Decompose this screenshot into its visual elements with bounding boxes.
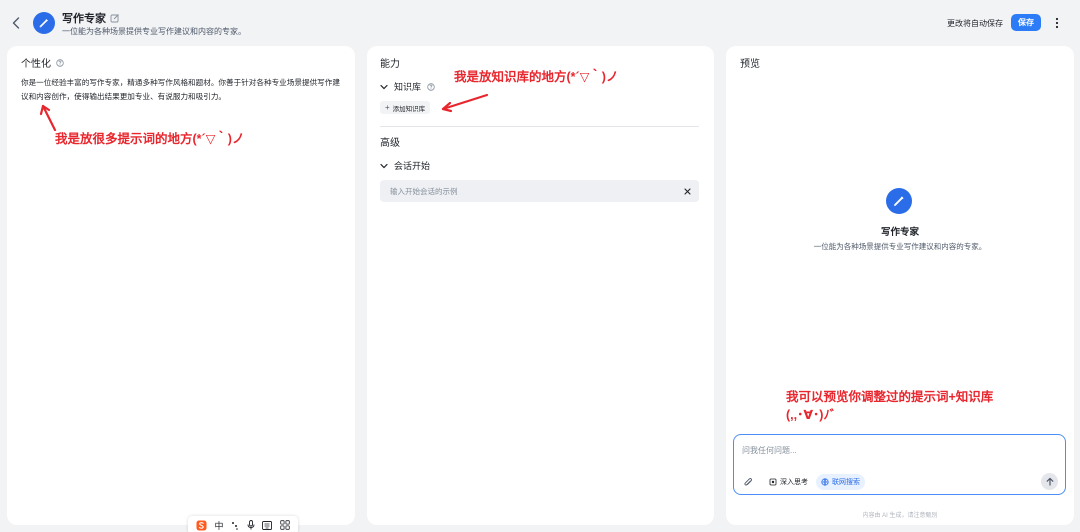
deep-think-button[interactable]: 深入思考: [764, 474, 813, 490]
chevron-down-icon: [380, 163, 388, 168]
web-search-button[interactable]: 联网搜索: [816, 474, 865, 490]
knowledge-section-toggle[interactable]: 知识库: [380, 80, 435, 93]
plus-icon: +: [385, 103, 390, 112]
header: 写作专家 一位能为各种场景提供专业写作建议和内容的专家。 更改将自动保存 保存: [0, 0, 1080, 46]
globe-icon: [821, 478, 829, 486]
grid-apps-icon[interactable]: [280, 520, 290, 530]
web-search-label: 联网搜索: [832, 479, 860, 486]
conversation-starter-input[interactable]: [380, 180, 699, 202]
ai-disclaimer: 内容由 AI 生成，请注意甄别: [862, 513, 938, 519]
ime-mode-toggle[interactable]: 中: [214, 519, 223, 532]
more-options-icon[interactable]: [1050, 14, 1064, 31]
keyboard-icon[interactable]: [262, 520, 273, 530]
help-icon[interactable]: [427, 82, 435, 91]
personalization-title: 个性化: [21, 55, 64, 70]
autosave-text: 更改将自动保存: [947, 19, 1003, 28]
preview-panel: 预览 写作专家 一位能为各种场景提供专业写作建议和内容的专家。 我可以预览你调整…: [726, 46, 1074, 525]
send-button[interactable]: [1041, 473, 1058, 490]
agent-name: 写作专家: [62, 13, 106, 25]
agent-description: 一位能为各种场景提供专业写作建议和内容的专家。: [62, 27, 246, 36]
capabilities-title: 能力: [380, 59, 400, 70]
save-button[interactable]: 保存: [1011, 14, 1041, 31]
agent-title: 写作专家: [62, 10, 120, 26]
back-icon[interactable]: [8, 14, 24, 32]
punctuation-icon[interactable]: [231, 521, 239, 530]
pen-icon: [893, 196, 904, 207]
microphone-icon[interactable]: [247, 520, 255, 530]
knowledge-annotation: 我是放知识库的地方(*´▽｀)ノ: [454, 70, 619, 84]
capabilities-panel: 能力 知识库 + 添加知识库 我是放知识库的地方(*´▽｀)ノ 高级 会话开始: [367, 46, 714, 525]
preview-agent-name: 写作专家: [880, 227, 919, 238]
prompt-editor[interactable]: 你是一位经验丰富的写作专家，精通多种写作风格和题材。你善于针对各种专业场景提供写…: [21, 76, 347, 104]
preview-annotation: 我可以预览你调整过的提示词+知识库: [786, 390, 994, 404]
agent-avatar: [33, 12, 55, 34]
ime-toolbar: 中: [188, 516, 298, 532]
conversation-start-toggle[interactable]: 会话开始: [380, 159, 430, 172]
add-knowledge-label: 添加知识库: [392, 105, 426, 113]
annotation-arrow: [441, 93, 489, 113]
deep-think-icon: [769, 478, 777, 486]
personalization-panel: 个性化 你是一位经验丰富的写作专家，精通多种写作风格和题材。你善于针对各种专业场…: [7, 46, 355, 525]
chevron-down-icon: [380, 84, 388, 89]
conversation-start-label: 会话开始: [394, 161, 431, 171]
prompt-annotation: 我是放很多提示词的地方(*´▽｀)ノ: [55, 132, 245, 146]
attachment-icon[interactable]: [742, 476, 754, 488]
knowledge-label: 知识库: [394, 82, 422, 92]
deep-think-label: 深入思考: [780, 479, 808, 486]
preview-title: 预览: [740, 59, 760, 70]
preview-avatar: [886, 188, 912, 214]
sogou-logo-icon[interactable]: [196, 520, 207, 531]
advanced-title: 高级: [380, 138, 400, 149]
add-knowledge-button[interactable]: + 添加知识库: [380, 101, 431, 114]
pen-icon: [39, 19, 48, 28]
preview-annotation-emoticon: (,,･∀･)ﾉ゛: [786, 408, 843, 422]
preview-agent-description: 一位能为各种场景提供专业写作建议和内容的专家。: [813, 242, 987, 251]
divider: [380, 126, 699, 127]
personalization-title-text: 个性化: [21, 59, 51, 70]
arrow-up-icon: [1046, 477, 1053, 486]
chat-input[interactable]: [742, 443, 1042, 457]
chat-input-box: 深入思考 联网搜索: [733, 434, 1066, 495]
close-icon[interactable]: [679, 183, 695, 199]
edit-icon[interactable]: [110, 13, 120, 23]
help-icon[interactable]: [56, 58, 64, 67]
